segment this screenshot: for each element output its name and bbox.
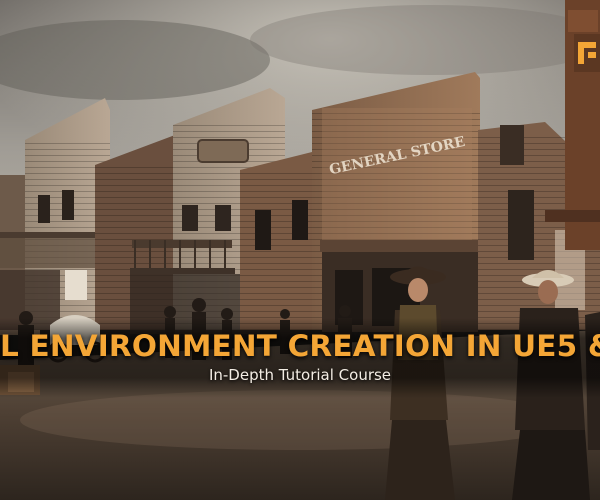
western-town-scene: GENERAL STORE (0, 0, 600, 500)
general-store-building: GENERAL STORE (312, 72, 480, 332)
brand-logo-icon (574, 34, 600, 72)
course-subtitle: In-Depth Tutorial Course (208, 366, 392, 384)
course-headline: L ENVIRONMENT CREATION IN UE5 & BLEN (0, 329, 600, 363)
center-building (240, 150, 320, 330)
